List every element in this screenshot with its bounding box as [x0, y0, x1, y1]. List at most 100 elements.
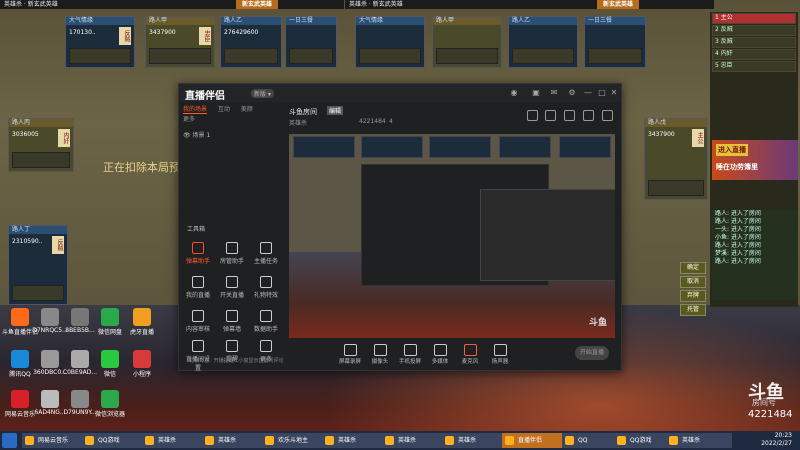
app-icon — [385, 436, 394, 445]
version-badge[interactable]: 新版 ▾ — [251, 89, 274, 98]
mic-button[interactable]: 麦克风 — [457, 344, 483, 365]
avatar[interactable]: ◉ — [509, 88, 519, 98]
tool-item[interactable]: 礼物特效 — [253, 276, 279, 299]
equip-slot — [436, 48, 498, 64]
message-icon[interactable]: ✉ — [549, 88, 559, 98]
app-icon — [565, 436, 574, 445]
minimize-icon[interactable]: — — [583, 88, 593, 98]
desktop-icon[interactable]: 小程序 — [124, 350, 160, 378]
discard-button[interactable]: 弃牌 — [680, 290, 706, 302]
edit-button[interactable]: 编辑 — [327, 106, 344, 115]
confirm-button[interactable]: 确定 — [680, 262, 706, 274]
cloud-drive-icon — [101, 308, 119, 326]
start-live-button[interactable]: 开始直播 — [575, 346, 609, 360]
game-titlebar-left[interactable]: 英雄杀 · 新玄武英雄 新玄武英雄 — [0, 0, 344, 9]
tool-item[interactable]: 弹幕墙 — [219, 310, 245, 333]
more-icon — [260, 340, 272, 352]
bottom-status: 礼物日志 · 开播提醒 · 小窗显示直播间评论 — [189, 358, 284, 364]
media-button[interactable]: 多媒体 — [427, 344, 453, 365]
file-icon — [71, 390, 89, 408]
role-badge: 忠臣 — [199, 27, 211, 45]
player-card[interactable]: 路人丙 3036005 内奸 — [8, 118, 74, 172]
tool-item[interactable]: 开关直播 — [219, 276, 245, 299]
scene-item[interactable]: 👁 场景 1 — [183, 130, 283, 139]
desktop-icon[interactable]: 微信网盘 — [92, 308, 128, 336]
stream-preview[interactable]: 斗鱼 — [289, 134, 615, 338]
app-main: 斗鱼房间 编辑 英雄杀 4221484 4 斗鱼 屏幕录屏 摄像头 手机投屏 多… — [287, 104, 617, 368]
seat-row[interactable]: 3 反贼 — [712, 37, 796, 48]
lock-icon[interactable] — [545, 110, 557, 121]
task-icon — [260, 242, 272, 254]
toolbox-title: 工具箱 — [187, 226, 206, 233]
seat-row[interactable]: 4 内奸 — [712, 49, 796, 60]
autoplay-button[interactable]: 托管 — [680, 304, 706, 316]
file-icon — [71, 308, 89, 326]
live-promo-banner[interactable]: 进入直播 睡在功劳簿里 — [712, 140, 798, 180]
taskbar-item[interactable]: 英雄杀 — [666, 433, 732, 448]
seat-row[interactable]: 5 忠臣 — [712, 61, 796, 72]
desktop-icon[interactable]: 虎牙直播 — [124, 308, 160, 336]
game-banner-left: 新玄武英雄 — [236, 0, 279, 9]
player-card[interactable]: 路人乙 276429600 — [220, 16, 282, 68]
tool-item[interactable]: 房管助手 — [219, 242, 245, 265]
equip-slot — [149, 48, 211, 64]
review-icon — [192, 310, 204, 322]
seat-row[interactable]: 1 主公 — [712, 13, 796, 24]
system-clock[interactable]: 20:23 2022/2/27 — [761, 432, 792, 448]
gift-icon[interactable] — [526, 110, 538, 121]
tab-scenes[interactable]: 我的场景 — [183, 104, 208, 114]
tab-interact[interactable]: 互动 — [218, 104, 230, 113]
app-icon — [145, 436, 154, 445]
screen-capture-button[interactable]: 屏幕录屏 — [337, 344, 363, 365]
equip-slot — [588, 48, 642, 64]
clock-time: 20:23 — [774, 432, 792, 439]
desktop-icon[interactable]: 微信 — [92, 350, 128, 378]
chat-line: 路人: 进入了房间 — [715, 258, 761, 265]
tool-item[interactable]: 内容审核 — [185, 310, 211, 333]
app-titlebar[interactable]: 直播伴侣 新版 ▾ ◉ ▣ ✉ ⚙ — □ ✕ — [179, 84, 621, 102]
share-icon[interactable] — [602, 110, 613, 121]
equip-slot — [359, 48, 421, 64]
settings-icon[interactable]: ⚙ — [567, 88, 577, 98]
player-card[interactable]: 大气情缘 170130.. 反贼 — [65, 16, 135, 68]
camera-icon — [373, 344, 387, 356]
eye-icon[interactable]: 👁 — [183, 132, 191, 139]
maximize-icon[interactable]: □ — [597, 88, 607, 98]
close-icon[interactable]: ✕ — [609, 88, 619, 98]
app-logo: 直播伴侣 — [185, 91, 225, 102]
player-card[interactable]: 大气情缘 — [355, 16, 425, 68]
phone-cast-button[interactable]: 手机投屏 — [397, 344, 423, 365]
room-category[interactable]: 英雄杀 — [289, 118, 307, 127]
game-titlebar-right[interactable]: 英雄杀 · 新玄武英雄 新玄武英雄 — [345, 0, 714, 9]
player-card[interactable]: 一日三餐 — [285, 16, 337, 68]
chat-log[interactable]: 路人: 进入了房间 路人: 进入了房间 一头: 进入了房间 小鱼: 进入了房间 … — [712, 210, 798, 300]
start-button[interactable] — [2, 433, 17, 448]
cancel-button[interactable]: 取消 — [680, 276, 706, 288]
chart-icon[interactable] — [564, 110, 576, 121]
desktop-icon[interactable]: 微信浏览器 — [92, 390, 128, 418]
camera-button[interactable]: 摄像头 — [367, 344, 393, 365]
danmaku-icon — [192, 242, 204, 254]
player-card[interactable]: 路人甲 3437900 忠臣 — [145, 16, 215, 68]
room-title[interactable]: 斗鱼房间 — [289, 107, 317, 117]
tool-item[interactable]: 我的直播 — [185, 276, 211, 299]
gift-icon[interactable]: ▣ — [531, 88, 541, 98]
bell-icon[interactable] — [583, 110, 595, 121]
player-card[interactable]: 路人戊 3437900 主公 — [644, 118, 708, 200]
player-card[interactable]: 一日三餐 — [584, 16, 646, 68]
role-badge: 主公 — [692, 129, 704, 147]
app-left-panel: 我的场景 互动 美颜 更多 👁 场景 1 工具箱 弹幕助手 房管助手 主播任务 … — [183, 104, 283, 372]
tab-more[interactable]: 更多 — [183, 114, 195, 123]
player-card[interactable]: 路人丁 2310590.. 反贼 — [8, 225, 68, 305]
player-card[interactable]: 路人甲 — [432, 16, 502, 68]
tab-beauty[interactable]: 美颜 — [241, 104, 253, 113]
tool-item[interactable]: 主播任务 — [253, 242, 279, 265]
tool-item[interactable]: 直播间设置 — [185, 340, 211, 372]
player-card[interactable]: 路人乙 — [508, 16, 578, 68]
speaker-button[interactable]: 扬声器 — [487, 344, 513, 365]
seat-row[interactable]: 2 反贼 — [712, 25, 796, 36]
app-icon — [265, 436, 274, 445]
tool-item[interactable]: 数据助手 — [253, 310, 279, 333]
tool-item[interactable]: 弹幕助手 — [185, 242, 211, 265]
taskbar: 网易云音乐 QQ游戏 英雄杀 英雄杀 欢乐斗地主 英雄杀 英雄杀 英雄杀 直播伴… — [0, 431, 800, 450]
